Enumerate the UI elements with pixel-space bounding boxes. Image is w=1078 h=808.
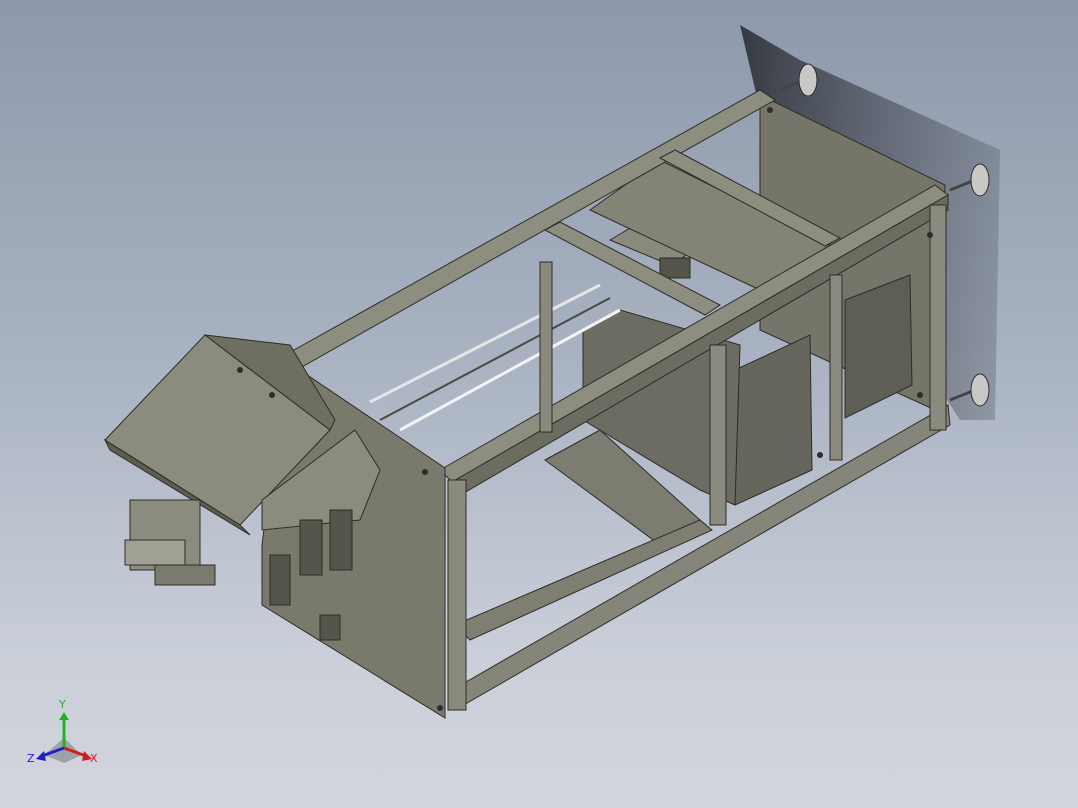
triad-z-label: Z (27, 752, 35, 765)
motor-box-right (844, 274, 913, 419)
post-back-mid (829, 274, 843, 461)
post-back-left (539, 261, 553, 433)
slide-block-b (124, 539, 186, 566)
bearing-housing-4 (319, 614, 341, 641)
triad-z-arrow (36, 751, 46, 761)
post-front-right (929, 204, 947, 431)
triad-x-label: X (90, 752, 98, 765)
post-front-left (447, 479, 467, 711)
post-front-mid (709, 344, 727, 526)
cad-model-view[interactable]: Y X Z (0, 0, 1078, 808)
coordinate-triad[interactable]: Y X Z (27, 698, 98, 765)
triad-y-arrow (59, 712, 69, 720)
bearing-housing-1 (269, 554, 291, 606)
triad-y-label: Y (58, 698, 66, 711)
bearing-housing-3 (329, 509, 353, 571)
motor-box-center (734, 334, 813, 506)
graphics-viewport[interactable]: Y X Z (0, 0, 1078, 808)
mount-block (659, 257, 691, 279)
slide-block-c (154, 564, 216, 586)
bearing-housing-2 (299, 519, 323, 576)
